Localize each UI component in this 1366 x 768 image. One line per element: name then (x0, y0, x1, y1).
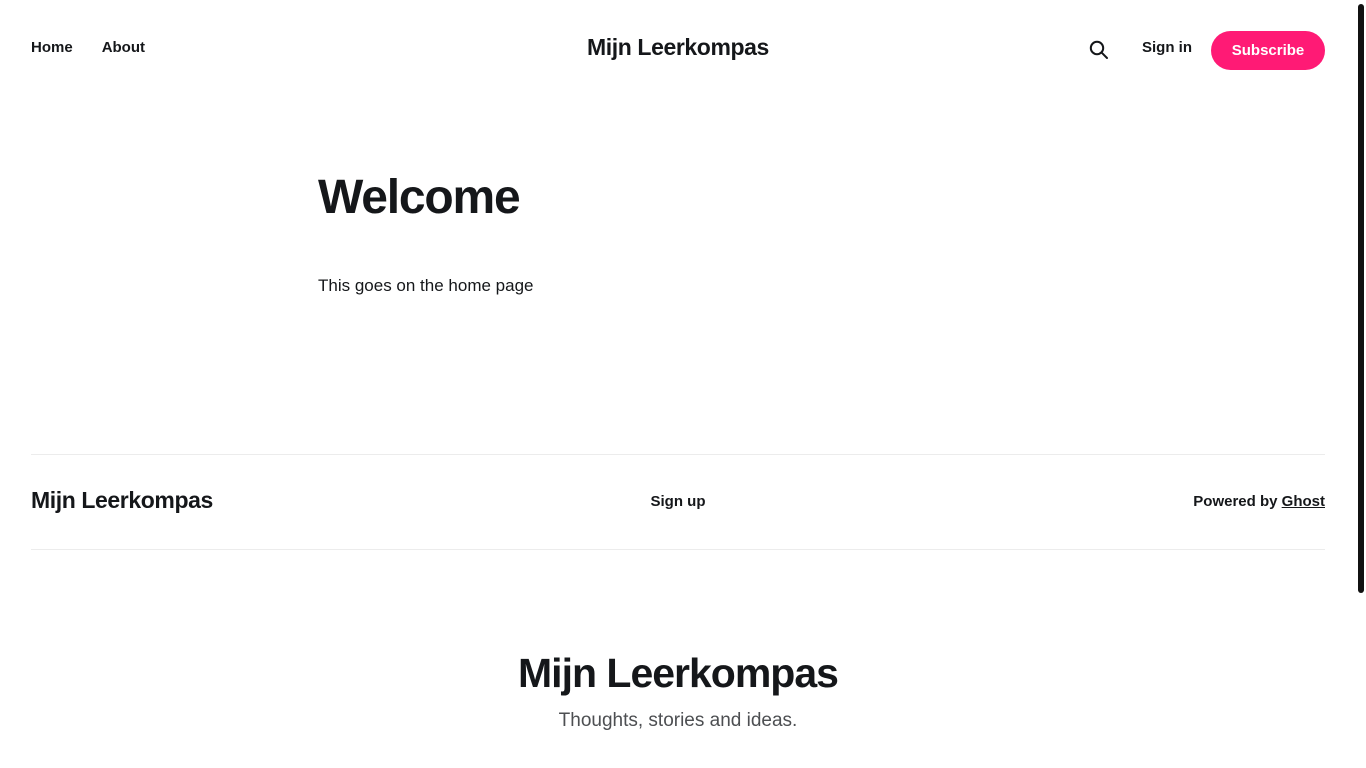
site-header: Home About Mijn Leerkompas Sign in Subsc… (31, 0, 1325, 100)
subscribe-button[interactable]: Subscribe (1211, 31, 1325, 70)
hero-title: Mijn Leerkompas (518, 650, 839, 696)
hero-tagline: Thoughts, stories and ideas. (558, 710, 798, 731)
page: Home About Mijn Leerkompas Sign in Subsc… (0, 0, 1366, 768)
site-footer: Mijn Leerkompas Sign up Powered by Ghost (31, 454, 1325, 550)
main-content: Welcome This goes on the home page (318, 168, 1048, 300)
footer-site-title[interactable]: Mijn Leerkompas (31, 487, 213, 514)
search-icon[interactable] (1089, 40, 1109, 60)
ghost-link[interactable]: Ghost (1282, 493, 1325, 510)
site-hero: Mijn Leerkompas Thoughts, stories and id… (0, 648, 1356, 732)
sign-in-link[interactable]: Sign in (1142, 39, 1192, 56)
powered-by-prefix: Powered by (1193, 493, 1278, 510)
footer-signup-link[interactable]: Sign up (651, 493, 706, 510)
page-title: Welcome (318, 171, 521, 224)
scrollbar-thumb[interactable] (1358, 4, 1364, 593)
footer-signup-wrapper: Sign up (31, 493, 1325, 510)
site-title[interactable]: Mijn Leerkompas (31, 34, 1325, 61)
powered-by: Powered by Ghost (1193, 493, 1325, 510)
page-body-text: This goes on the home page (318, 276, 534, 295)
